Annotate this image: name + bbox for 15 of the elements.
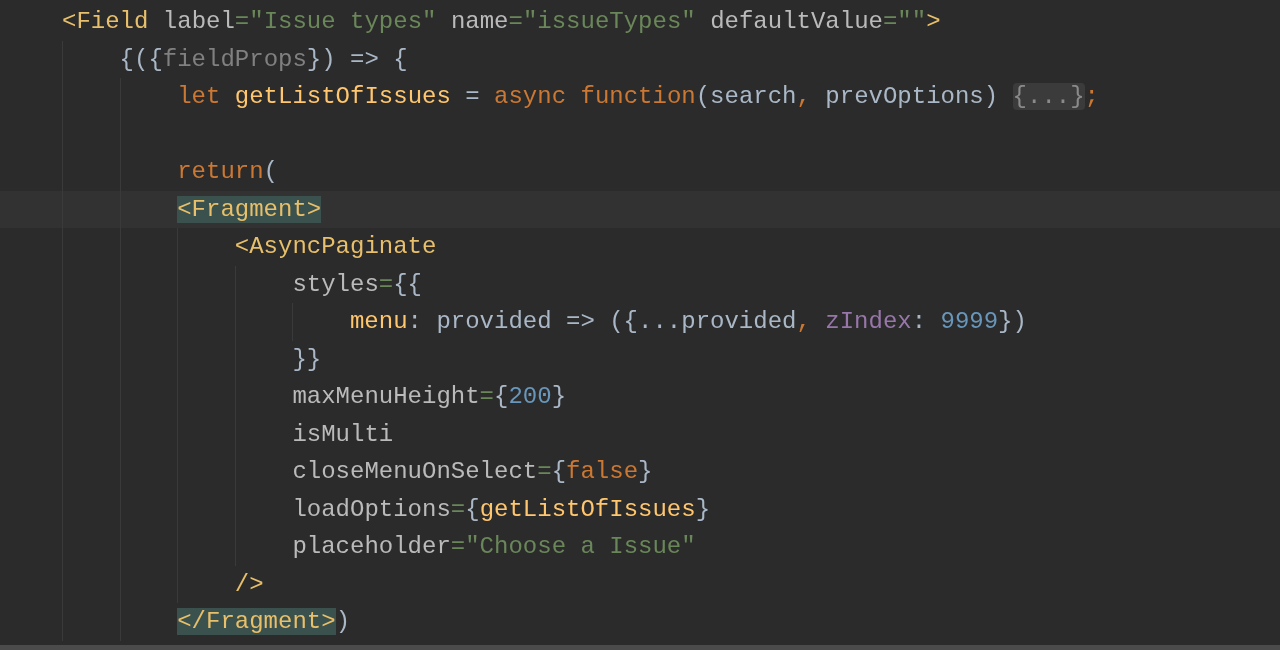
- code-line: menu: provided => ({...provided, zIndex: 9999}): [349, 307, 1027, 337]
- code-line: isMulti: [292, 419, 394, 450]
- code-line: return(: [177, 157, 278, 187]
- code-line: loadOptions={getListOfIssues}: [292, 494, 711, 525]
- code-line: let getListOfIssues = async function(search, prevOptions) {...};: [177, 82, 1099, 112]
- horizontal-scrollbar[interactable]: [0, 645, 1280, 650]
- code-line: }}: [292, 344, 322, 375]
- code-line: />: [234, 569, 264, 600]
- code-line: maxMenuHeight={200}: [292, 382, 567, 412]
- code-line: placeholder="Choose a Issue": [292, 532, 696, 562]
- code-line: closeMenuOnSelect={false}: [292, 457, 653, 487]
- code-line: <AsyncPaginate: [234, 232, 437, 262]
- code-line: <Field label="Issue types" name="issueTypes" defaultValue="">: [62, 7, 941, 37]
- code-line: {({fieldProps}) => {: [119, 44, 408, 75]
- code-line: styles={{: [292, 269, 422, 300]
